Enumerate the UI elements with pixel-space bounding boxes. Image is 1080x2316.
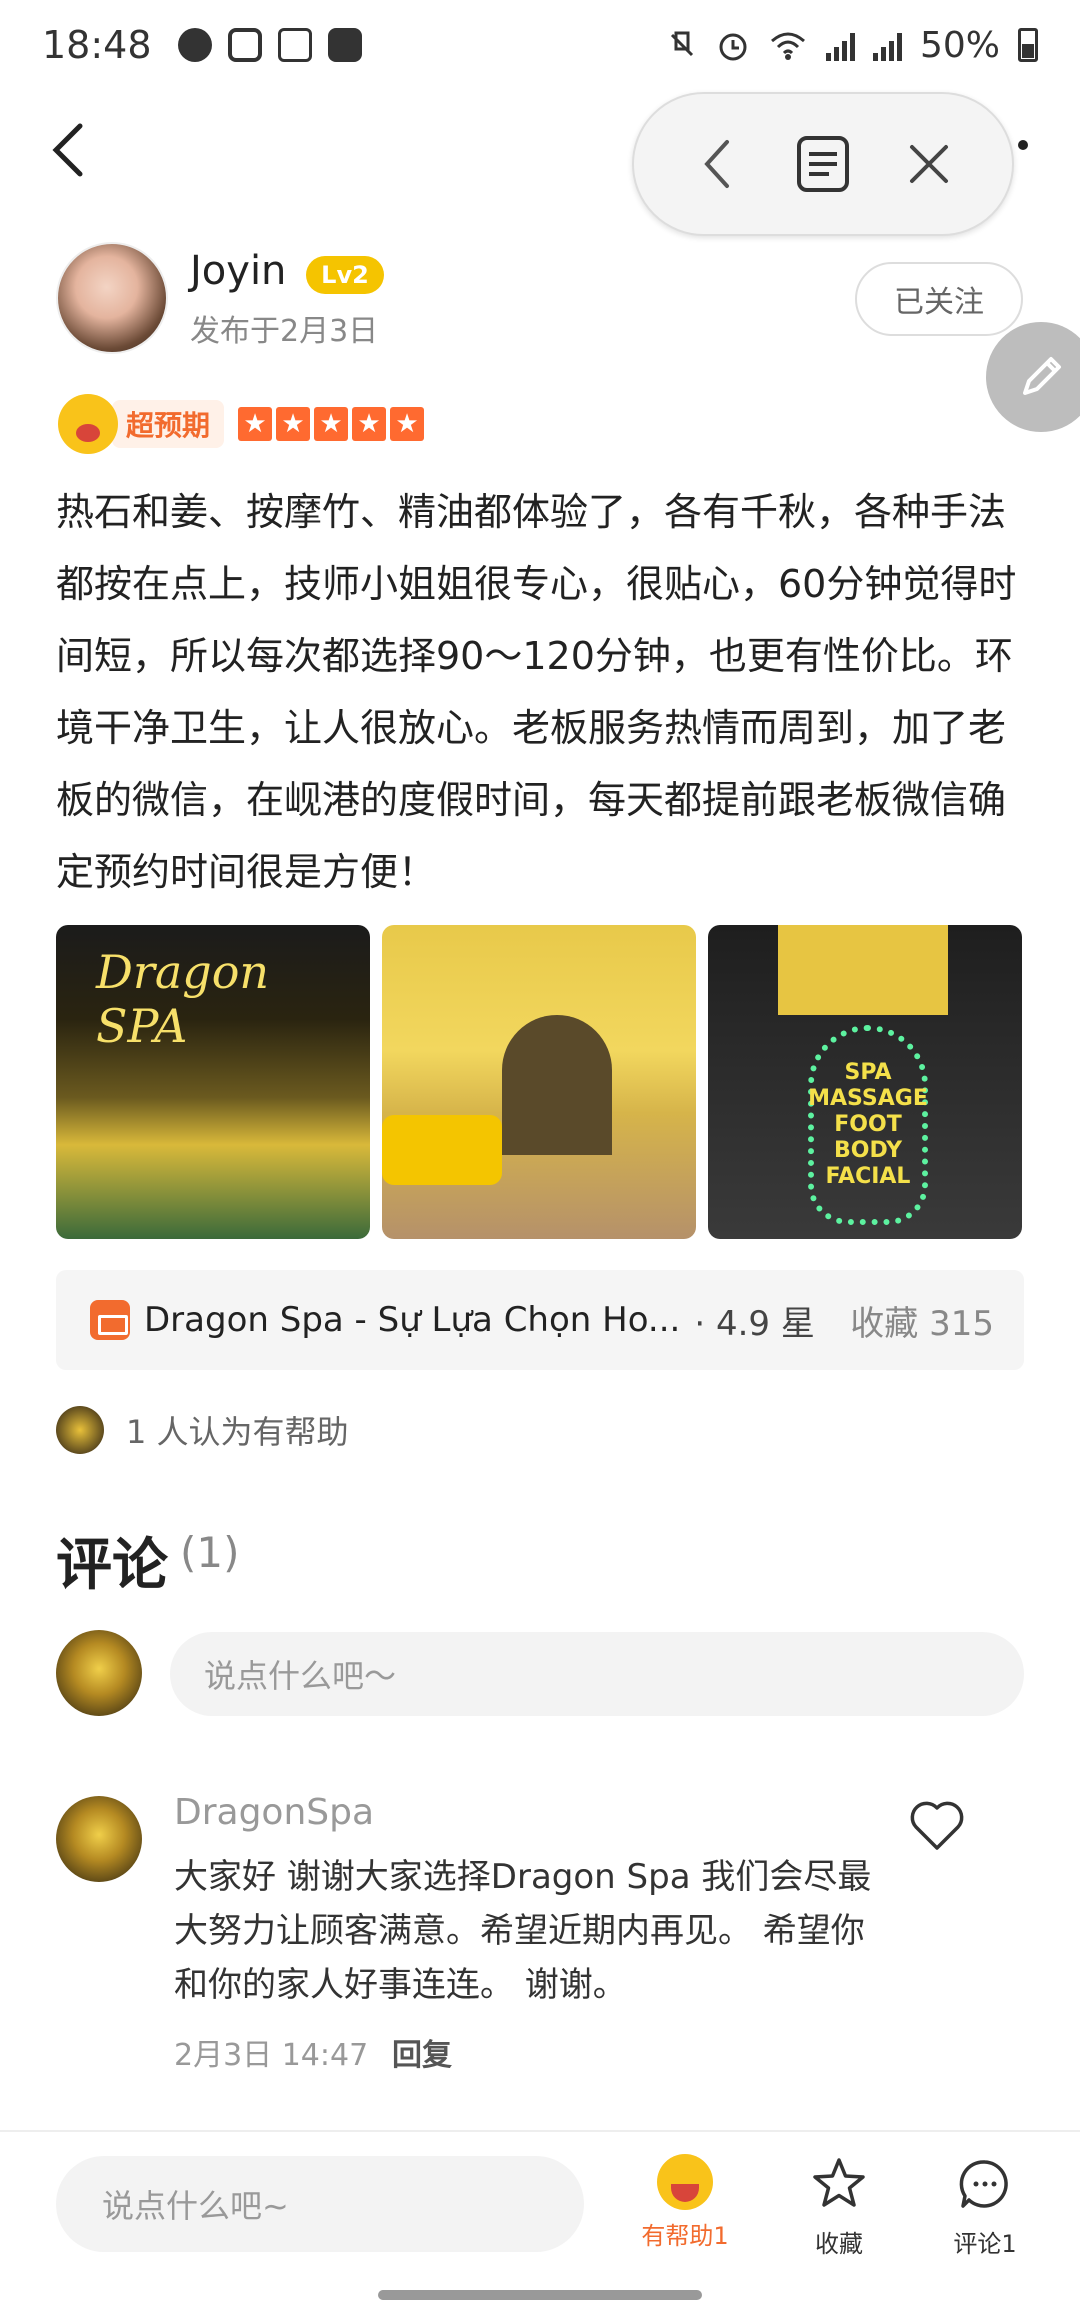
- floating-nav-pill: [632, 92, 1014, 236]
- shop-card[interactable]: Dragon Spa - Sự Lựa Chọn Ho... · 4.9 星 收…: [56, 1270, 1024, 1370]
- shop-rating: · 4.9 星: [694, 1303, 815, 1344]
- battery-percent: 50%: [919, 24, 1000, 66]
- pencil-icon: [1023, 357, 1061, 395]
- review-photo-1[interactable]: Dragon SPA: [56, 925, 370, 1239]
- smile-face-icon: [657, 2154, 713, 2210]
- follow-button[interactable]: 已关注: [855, 262, 1023, 336]
- signal-icon: [825, 29, 855, 61]
- messenger-icon: [177, 28, 212, 62]
- heart-icon: [910, 1801, 964, 1850]
- document-icon: [797, 136, 849, 192]
- star-rating: ★ ★ ★ ★ ★: [238, 407, 425, 441]
- pill-close-button[interactable]: [894, 129, 964, 199]
- helpful-count: 1 人认为有帮助: [126, 1413, 349, 1451]
- photo-sign-text: Dragon SPA: [96, 945, 270, 1053]
- star-icon: ★: [314, 407, 349, 441]
- mute-icon: [670, 31, 694, 57]
- photo-foot-sign: SPA MASSAGE FOOT BODY FACIAL: [808, 1025, 928, 1225]
- more-options-icon[interactable]: [1018, 140, 1028, 150]
- reply-button[interactable]: 回复: [392, 2030, 452, 2074]
- author-name[interactable]: Joyin: [190, 248, 286, 294]
- alarm-icon: [719, 33, 747, 61]
- shop-name: Dragon Spa - Sự Lựa Chọn Ho...: [144, 1300, 681, 1340]
- close-icon: [910, 145, 948, 183]
- wifi-icon: [770, 32, 805, 60]
- comment-body: 大家好 谢谢大家选择Dragon Spa 我们会尽最大努力让顾客满意。希望近期内…: [174, 1857, 872, 2005]
- pill-reader-button[interactable]: [788, 129, 858, 199]
- translate-icon: [277, 28, 312, 62]
- pill-back-button[interactable]: [682, 129, 752, 199]
- photo-signboard: [778, 925, 948, 1015]
- bottom-comment-input[interactable]: 说点什么吧~: [56, 2156, 584, 2252]
- chevron-left-icon: [704, 140, 729, 188]
- star-icon: ★: [352, 407, 387, 441]
- comments-title: 评论: [56, 1533, 168, 1598]
- comment-username[interactable]: DragonSpa: [174, 1792, 374, 1833]
- checkbox-icon: [327, 28, 362, 62]
- back-button[interactable]: [40, 110, 100, 190]
- review-photos: Dragon SPA SPA MASSAGE FOOT BODY FACIAL: [56, 925, 1022, 1239]
- home-indicator[interactable]: [378, 2290, 702, 2300]
- star-icon: ★: [390, 407, 425, 441]
- comment-input[interactable]: 说点什么吧～: [170, 1632, 1024, 1716]
- battery-icon: [1018, 28, 1038, 62]
- collect-label: 收藏: [815, 2230, 863, 2258]
- comment-label: 评论1: [953, 2230, 1017, 2258]
- comment-button[interactable]: 评论1: [920, 2154, 1050, 2259]
- comment-date: 2月3日 14:47: [174, 2038, 369, 2073]
- star-outline-icon: [813, 2158, 865, 2207]
- shop-icon: [90, 1300, 130, 1340]
- bottom-bar: 说点什么吧~ 有帮助1 收藏 评论1: [0, 2130, 1080, 2316]
- post-date: 发布于2月3日: [190, 314, 379, 349]
- shop-favorites: 收藏 315: [850, 1303, 994, 1344]
- review-text: 热石和姜、按摩竹、精油都体验了，各有千秋，各种手法都按在点上，技师小姐姐很专心，…: [56, 490, 1017, 894]
- level-badge: Lv2: [306, 256, 384, 294]
- photo-arch: [502, 1015, 612, 1155]
- like-button[interactable]: [908, 1798, 966, 1852]
- helpful-row: 1 人认为有帮助: [56, 1406, 349, 1454]
- helpful-label: 有帮助1: [641, 2222, 729, 2250]
- star-icon: ★: [238, 407, 273, 441]
- system-icons: 50%: [666, 25, 1038, 66]
- edit-button[interactable]: [986, 322, 1080, 432]
- photo-sofa: [382, 1115, 502, 1185]
- notification-icons: [177, 28, 362, 62]
- chat-bubble-icon: [959, 2160, 1008, 2208]
- chevron-left-icon: [52, 123, 83, 177]
- collect-button[interactable]: 收藏: [774, 2154, 904, 2259]
- status-bar: 18:48 50%: [0, 0, 1080, 90]
- gallery-icon: [227, 28, 262, 62]
- review-photo-3[interactable]: SPA MASSAGE FOOT BODY FACIAL: [708, 925, 1022, 1239]
- comments-count: (1): [180, 1528, 240, 1577]
- helpful-button[interactable]: 有帮助1: [620, 2154, 750, 2251]
- status-time: 18:48: [42, 23, 152, 67]
- helpful-user-avatar: [56, 1406, 104, 1454]
- current-user-avatar: [56, 1630, 142, 1716]
- surprised-face-icon: [58, 394, 118, 454]
- rating-tag: 超预期: [112, 400, 225, 448]
- review-photo-2[interactable]: [382, 925, 696, 1239]
- signal-icon-2: [872, 29, 902, 61]
- author-avatar[interactable]: [56, 242, 168, 354]
- rating-row: 超预期 ★ ★ ★ ★ ★: [58, 394, 425, 454]
- star-icon: ★: [276, 407, 311, 441]
- commenter-avatar[interactable]: [56, 1796, 142, 1882]
